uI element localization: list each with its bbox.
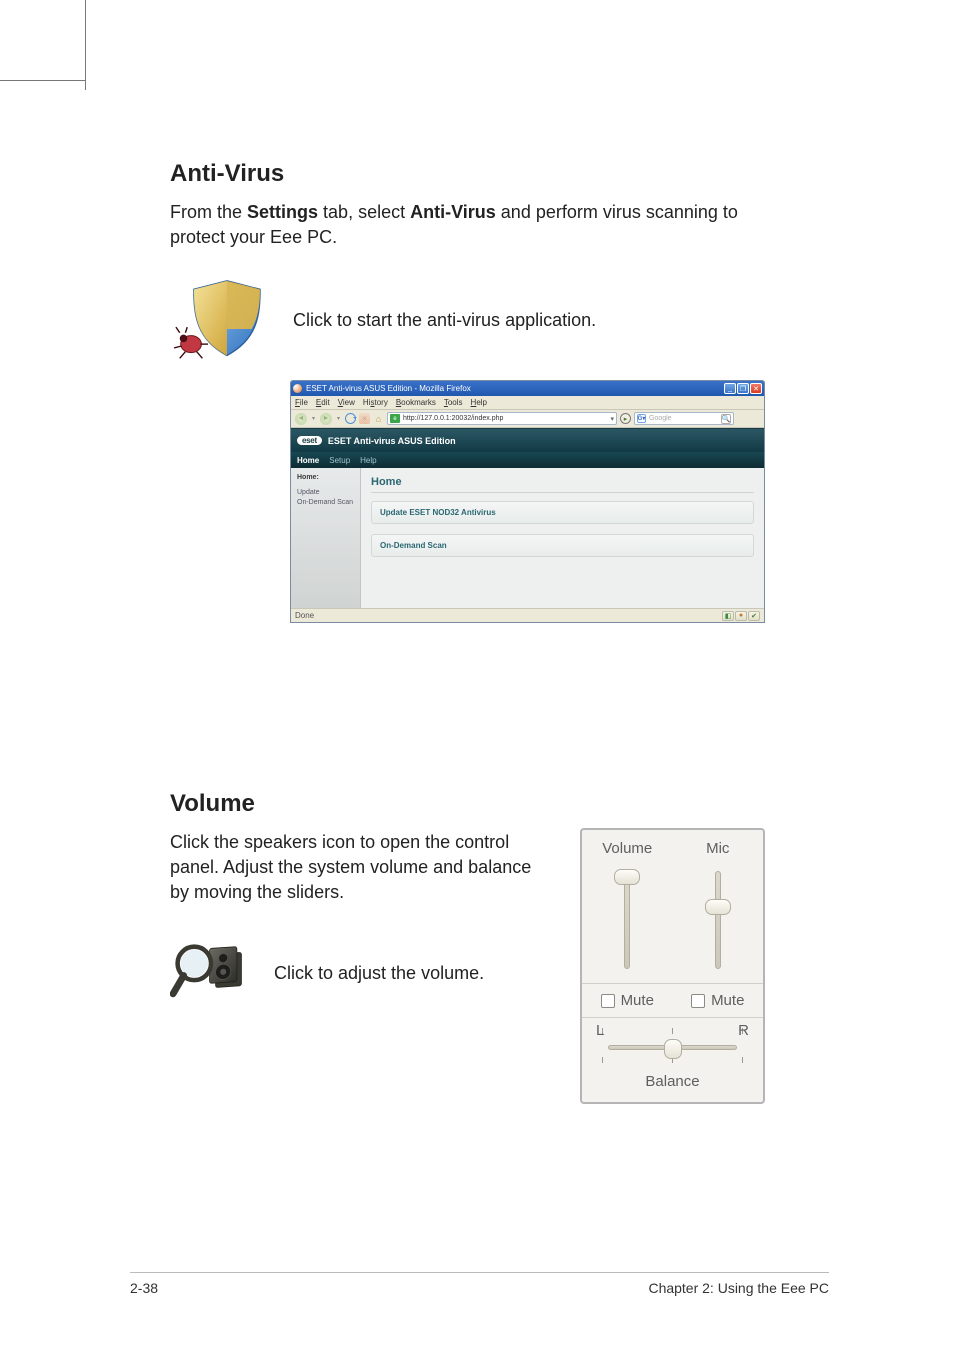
- site-icon: e: [390, 414, 400, 423]
- firefox-icon: [293, 384, 302, 393]
- page-number: 2-38: [130, 1280, 158, 1296]
- antivirus-icon-desc: Click to start the anti-virus applicatio…: [293, 310, 596, 331]
- text: tab, select: [318, 202, 410, 222]
- close-button[interactable]: ✕: [750, 383, 762, 394]
- status-text: Done: [295, 611, 314, 620]
- search-button[interactable]: 🔍: [721, 414, 731, 424]
- volume-panel: Volume Mic Mute Mute: [580, 828, 765, 1104]
- minimize-button[interactable]: _: [724, 383, 736, 394]
- home-button[interactable]: ⌂: [373, 413, 384, 424]
- eset-logo: eset: [297, 436, 322, 445]
- eset-side-update[interactable]: Update: [297, 489, 354, 496]
- speaker-icon: [170, 932, 246, 1015]
- eset-banner-title: ESET Anti-virus ASUS Edition: [328, 436, 456, 446]
- titlebar[interactable]: ESET Anti-virus ASUS Edition - Mozilla F…: [291, 381, 764, 396]
- antivirus-shield-icon: [170, 278, 265, 363]
- menu-history[interactable]: History: [363, 398, 388, 407]
- slider-thumb[interactable]: [614, 869, 640, 885]
- google-icon: G▾: [637, 414, 646, 423]
- status-icon-1[interactable]: ◧: [722, 611, 734, 621]
- volume-label: Volume: [582, 840, 673, 857]
- menu-help[interactable]: Help: [471, 398, 487, 407]
- reload-button[interactable]: [345, 413, 356, 424]
- menu-file[interactable]: File: [295, 398, 308, 407]
- eset-tabs: Home Setup Help: [291, 452, 764, 468]
- eset-tab-help[interactable]: Help: [360, 456, 376, 465]
- slider-thumb[interactable]: [664, 1039, 682, 1059]
- eset-main-heading: Home: [371, 476, 754, 493]
- url-dd[interactable]: ▾: [610, 415, 614, 423]
- antivirus-body: From the Settings tab, select Anti-Virus…: [170, 200, 770, 250]
- volume-mute-checkbox[interactable]: [601, 994, 615, 1008]
- status-icon-3[interactable]: ✔: [748, 611, 760, 621]
- balance-L: L: [596, 1022, 604, 1039]
- stop-button[interactable]: ✕: [359, 413, 370, 424]
- eset-tab-setup[interactable]: Setup: [329, 456, 350, 465]
- volume-body: Click the speakers icon to open the cont…: [170, 830, 550, 906]
- firefox-window: ESET Anti-virus ASUS Edition - Mozilla F…: [290, 380, 765, 623]
- balance-label: Balance: [596, 1073, 749, 1090]
- antivirus-heading: Anti-Virus: [170, 160, 770, 188]
- volume-mute-label: Mute: [621, 992, 654, 1009]
- window-title: ESET Anti-virus ASUS Edition - Mozilla F…: [306, 384, 471, 393]
- eset-sidebar: Home: Update On-Demand Scan: [291, 468, 361, 608]
- mic-mute-checkbox[interactable]: [691, 994, 705, 1008]
- search-box[interactable]: G▾ Google 🔍: [634, 412, 734, 425]
- eset-side-ondemand[interactable]: On-Demand Scan: [297, 499, 354, 506]
- volume-slider[interactable]: [618, 865, 636, 975]
- volume-icon-desc: Click to adjust the volume.: [274, 963, 484, 984]
- menu-tools[interactable]: Tools: [444, 398, 463, 407]
- mic-mute-label: Mute: [711, 992, 744, 1009]
- balance-R: R: [738, 1022, 749, 1039]
- search-placeholder: Google: [649, 415, 672, 422]
- menu-bookmarks[interactable]: Bookmarks: [396, 398, 436, 407]
- balance-slider[interactable]: [596, 1041, 749, 1055]
- url-text: http://127.0.0.1:20032/index.php: [403, 415, 503, 422]
- back-dd[interactable]: ▾: [310, 415, 317, 422]
- back-button[interactable]: ◄: [295, 413, 307, 425]
- eset-panel-update[interactable]: Update ESET NOD32 Antivirus: [371, 501, 754, 524]
- forward-dd[interactable]: ▾: [335, 415, 342, 422]
- mic-label: Mic: [673, 840, 764, 857]
- slider-thumb[interactable]: [705, 899, 731, 915]
- maximize-button[interactable]: ❐: [737, 383, 749, 394]
- url-bar[interactable]: e http://127.0.0.1:20032/index.php ▾: [387, 412, 617, 425]
- menu-view[interactable]: View: [338, 398, 355, 407]
- text-bold: Anti-Virus: [410, 202, 496, 222]
- statusbar: Done ◧ ● ✔: [291, 608, 764, 622]
- eset-main: Home Update ESET NOD32 Antivirus On-Dema…: [361, 468, 764, 608]
- forward-button[interactable]: ►: [320, 413, 332, 425]
- mic-slider[interactable]: [709, 865, 727, 975]
- text: From the: [170, 202, 247, 222]
- toolbar: ◄ ▾ ► ▾ ✕ ⌂ e http://127.0.0.1:20032/ind…: [291, 410, 764, 428]
- go-button[interactable]: ▸: [620, 413, 631, 424]
- text-bold: Settings: [247, 202, 318, 222]
- chapter-label: Chapter 2: Using the Eee PC: [648, 1280, 829, 1296]
- volume-heading: Volume: [170, 790, 770, 818]
- eset-tab-home[interactable]: Home: [297, 456, 319, 465]
- menu-edit[interactable]: Edit: [316, 398, 330, 407]
- menubar: File Edit View History Bookmarks Tools H…: [291, 396, 764, 410]
- eset-banner: eset ESET Anti-virus ASUS Edition: [291, 428, 764, 452]
- eset-side-home: Home:: [297, 474, 354, 481]
- eset-panel-scan[interactable]: On-Demand Scan: [371, 534, 754, 557]
- status-icon-2[interactable]: ●: [735, 611, 747, 621]
